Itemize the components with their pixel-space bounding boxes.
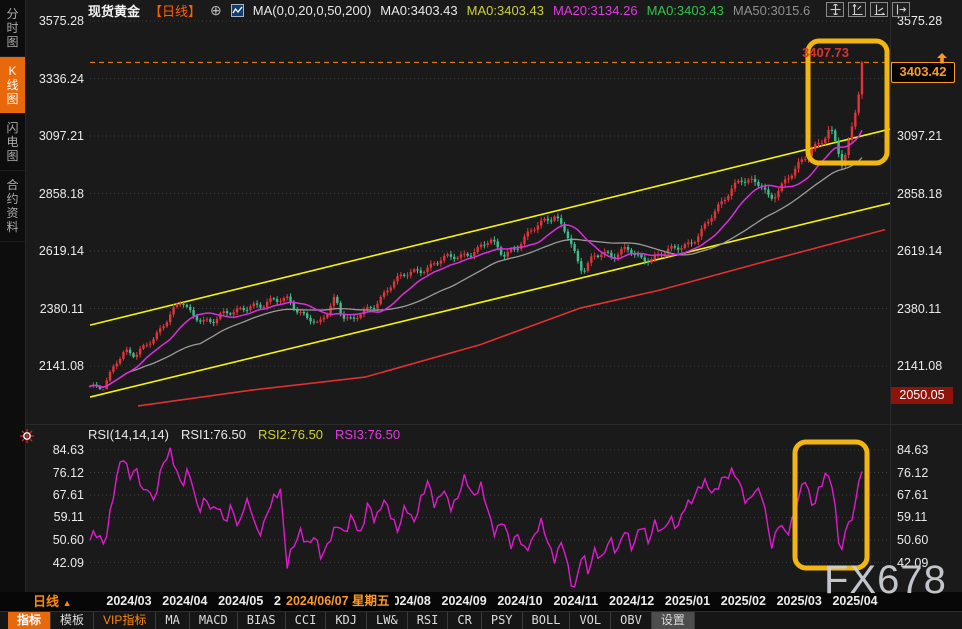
rsi-tick-tick-right-1: 76.12 (897, 465, 928, 481)
toolbar-tab-模板[interactable]: 模板 (51, 612, 94, 629)
chart-type-sidebar: 分时图K线图闪电图合约资料 (0, 0, 26, 592)
add-indicator-icon[interactable]: ⊕ (210, 2, 222, 19)
date-tick-1: 2024/04 (162, 592, 207, 611)
rsi-value-1: RSI2:76.50 (258, 427, 323, 442)
price-up-arrow-icon (936, 51, 948, 69)
toolbar-tab-PSY[interactable]: PSY (482, 612, 523, 629)
ma-value-4: MA50:3015.6 (733, 3, 810, 18)
ma-value-1: MA0:3403.43 (467, 3, 544, 18)
sidebar-tab-3[interactable]: 合约资料 (0, 171, 25, 242)
ma-settings: MA(0,0,20,0,50,200) (253, 3, 372, 18)
date-tick-8: 2024/11 (554, 592, 599, 611)
sidebar-tab-0[interactable]: 分时图 (0, 0, 25, 57)
toolbar-tab-VOL[interactable]: VOL (570, 612, 611, 629)
indicator-toolbar: 指标模板VIP指标MAMACDBIASCCIKDJLW&RSICRPSYBOLL… (0, 611, 962, 629)
ma-value-3: MA0:3403.43 (647, 3, 724, 18)
toolbar-tab-LW&[interactable]: LW& (367, 612, 408, 629)
ma-value-2: MA20:3134.26 (553, 3, 638, 18)
date-tick-6: 2024/09 (442, 592, 487, 611)
y-axis-scale-icon[interactable] (848, 2, 866, 17)
chart-header: 现货黄金 【日线】 ⊕ MA(0,0,20,0,50,200) MA0:3403… (88, 2, 810, 18)
chevron-up-icon: ▲ (63, 598, 72, 608)
date-tick-13: 2025/04 (832, 592, 877, 611)
toolbar-tab-RSI[interactable]: RSI (408, 612, 449, 629)
toolbar-tab-KDJ[interactable]: KDJ (326, 612, 367, 629)
date-axis: 日线 ▲ 2024/06/07 星期五 2024/03 2024/04 2024/0… (0, 592, 962, 611)
toolbar-tab-MA[interactable]: MA (156, 612, 189, 629)
date-tick-7: 2024/10 (497, 592, 542, 611)
rsi-tick-tick-right-5: 42.09 (897, 555, 928, 571)
date-tick-2: 2024/05 (218, 592, 263, 611)
date-tick-0: 2024/03 (106, 592, 151, 611)
toolbar-tab-BOLL[interactable]: BOLL (523, 612, 571, 629)
rsi-values: RSI1:76.50 RSI2:76.50 RSI3:76.50 (181, 427, 400, 442)
date-tick-9: 2024/12 (609, 592, 654, 611)
chart-type-icon[interactable] (231, 4, 244, 17)
window-control-icons (826, 2, 910, 17)
toolbar-tab-CCI[interactable]: CCI (286, 612, 327, 629)
chart-canvas[interactable] (0, 0, 962, 629)
chart-window: 分时图K线图闪电图合约资料 现货黄金 【日线】 ⊕ MA(0,0,20,0,50… (0, 0, 962, 629)
date-tick-12: 2025/03 (777, 592, 822, 611)
rsi-tick-tick-right-0: 84.63 (897, 442, 928, 458)
price-tick-tick-right-3: 2858.18 (897, 186, 942, 202)
rsi-tick-tick-right-3: 59.11 (897, 509, 927, 525)
symbol-name: 现货黄金 (88, 1, 140, 20)
toolbar-tab-BIAS[interactable]: BIAS (238, 612, 286, 629)
sidebar-tab-2[interactable]: 闪电图 (0, 114, 25, 171)
rsi-value-0: RSI1:76.50 (181, 427, 246, 442)
toolbar-tab-MACD[interactable]: MACD (190, 612, 238, 629)
period-dropdown[interactable]: 日线 ▲ (33, 592, 72, 613)
period-tag: 【日线】 (149, 1, 201, 20)
rsi-tick-tick-right-4: 50.60 (897, 532, 928, 548)
shift-right-icon[interactable] (892, 2, 910, 17)
toolbar-tab-OBV[interactable]: OBV (611, 612, 652, 629)
x-axis-scale-icon[interactable] (870, 2, 888, 17)
price-tick-tick-right-4: 2619.14 (897, 243, 942, 259)
rsi-tick-tick-right-2: 67.61 (897, 487, 928, 503)
toolbar-tab-设置[interactable]: 设置 (652, 612, 695, 629)
toolbar-tab-指标[interactable]: 指标 (8, 612, 51, 629)
rsi-params: RSI(14,14,14) (88, 427, 169, 442)
sidebar-tab-1[interactable]: K线图 (0, 57, 25, 114)
price-tick-tick-right-2: 3097.21 (897, 128, 942, 144)
rsi-value-2: RSI3:76.50 (335, 427, 400, 442)
date-tick-10: 2025/01 (665, 592, 710, 611)
toolbar-tab-CR[interactable]: CR (448, 612, 481, 629)
highlight-box-1 (795, 442, 867, 568)
low-price-tag: 2050.05 (891, 387, 953, 404)
date-tick-11: 2025/02 (721, 592, 766, 611)
ma-value-0: MA0:3403.43 (380, 3, 457, 18)
price-tick-tick-right-6: 2141.08 (897, 358, 942, 374)
ma-values: MA0:3403.43 MA0:3403.43 MA20:3134.26 MA0:34… (380, 3, 810, 18)
price-tick-tick-right-5: 2380.11 (897, 301, 941, 317)
high-price-marker: 3407.73 (802, 45, 849, 60)
rsi-header: RSI(14,14,14) RSI1:76.50 RSI2:76.50 RSI3:7… (88, 427, 400, 442)
pan-icon[interactable] (826, 2, 844, 17)
toolbar-tab-VIP指标[interactable]: VIP指标 (94, 612, 156, 629)
indicator-alert-icon[interactable] (20, 429, 34, 448)
date-tooltip: 2024/06/07 星期五 (281, 592, 395, 611)
